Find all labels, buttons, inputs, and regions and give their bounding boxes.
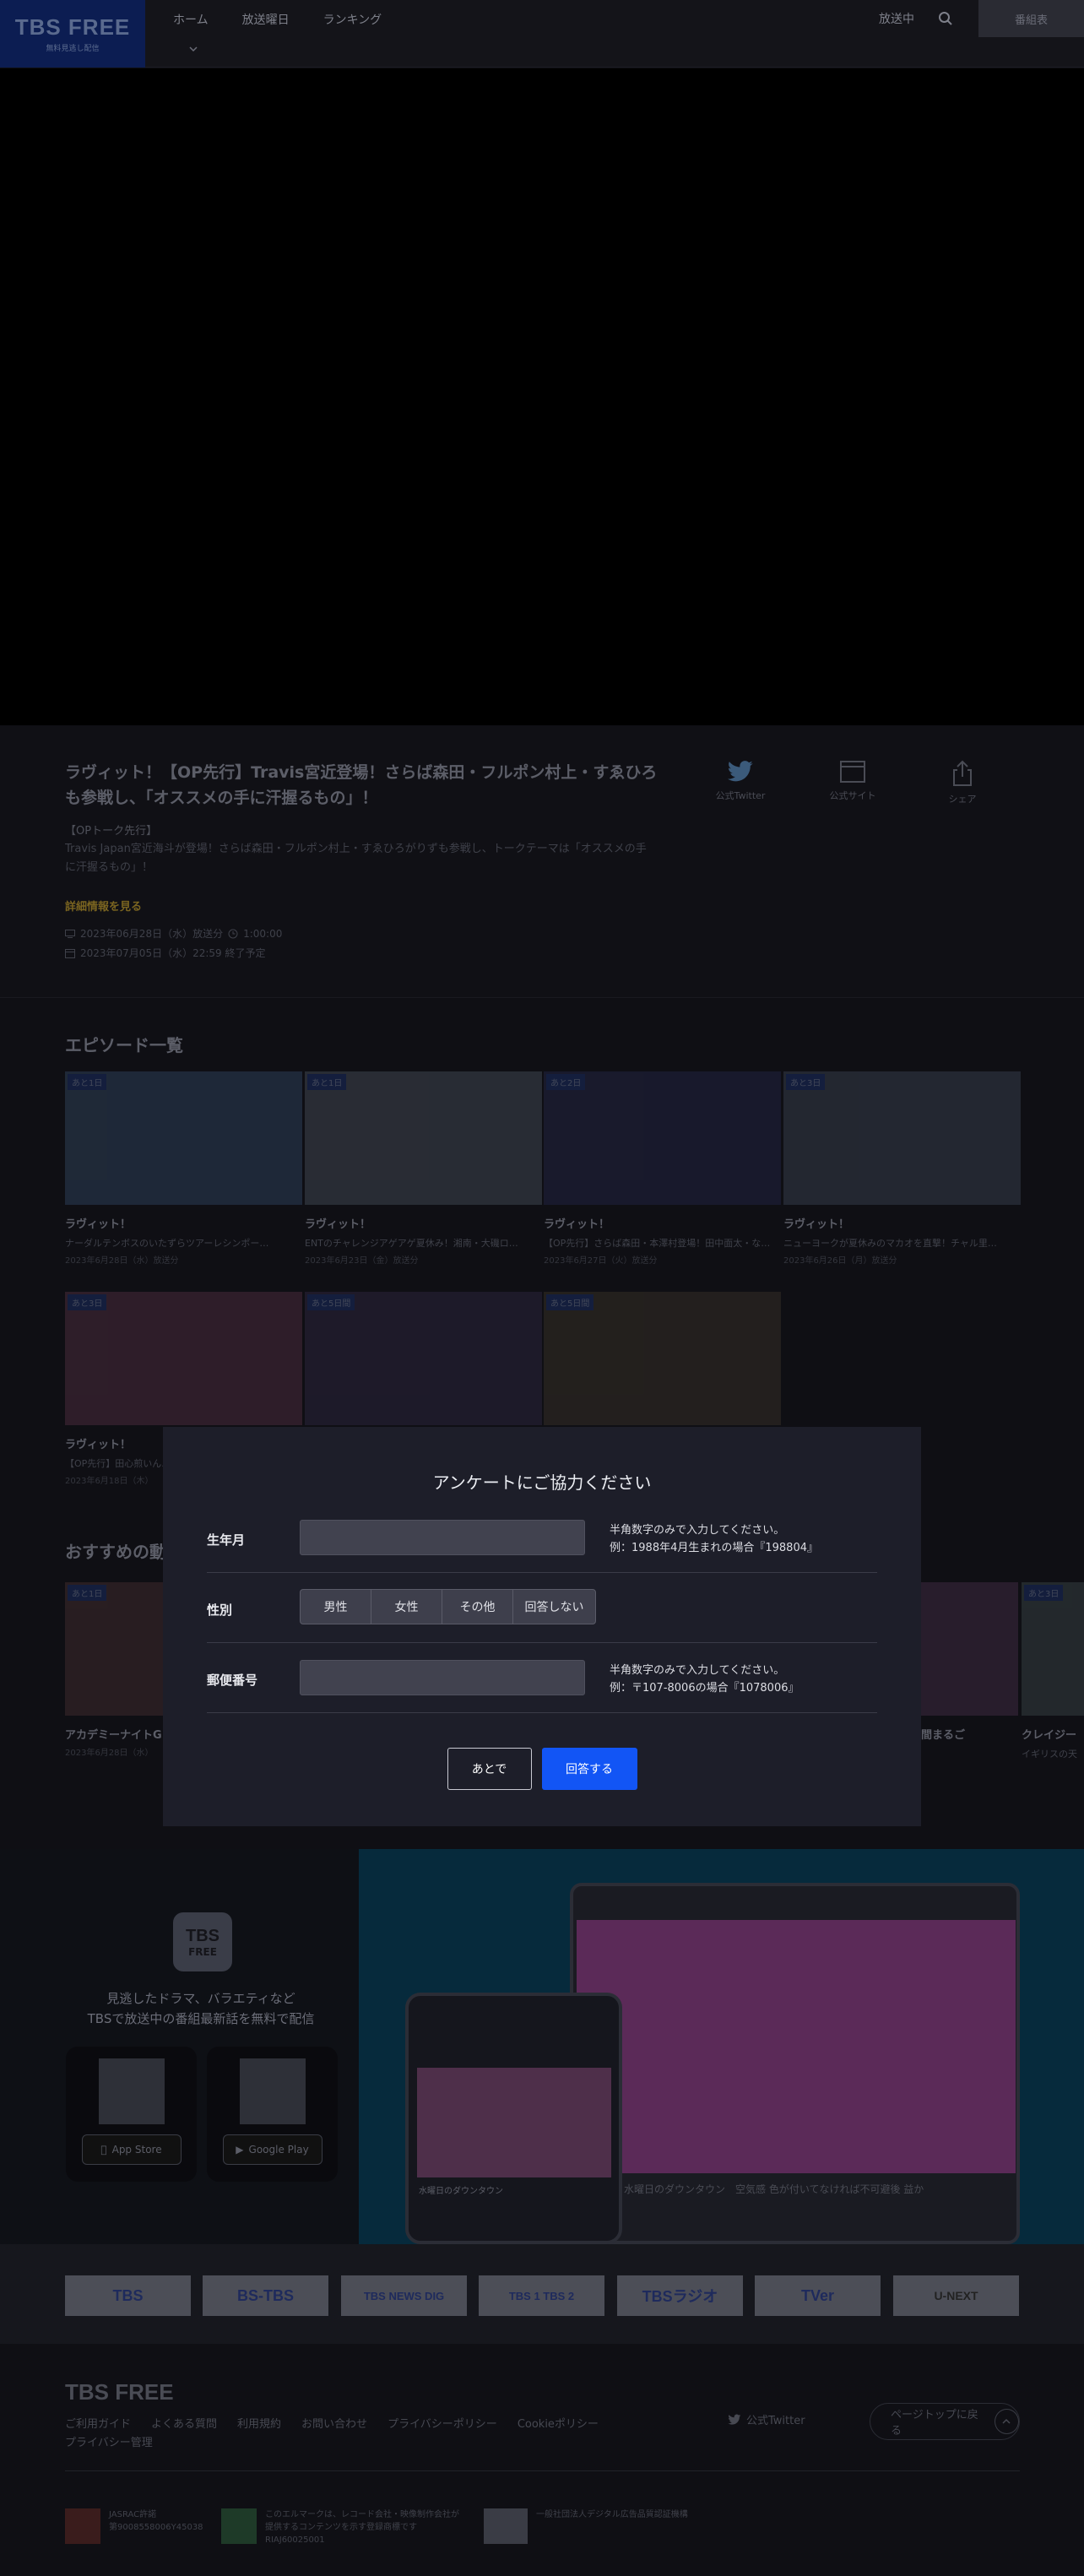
gender-option-no-answer[interactable]: 回答しない xyxy=(513,1590,595,1624)
birth-note: 半角数字のみで入力してください。 例：1988年4月生まれの場合『198804』 xyxy=(610,1521,818,1557)
birth-row: 生年月 半角数字のみで入力してください。 例：1988年4月生まれの場合『198… xyxy=(207,1503,877,1573)
postal-note-line2: 例：〒107-8006の場合『1078006』 xyxy=(610,1682,799,1695)
survey-title: アンケートにご協力ください xyxy=(432,1472,652,1493)
postal-input[interactable] xyxy=(300,1660,585,1695)
modal-overlay[interactable] xyxy=(0,0,1084,2576)
survey-buttons: あとで 回答する xyxy=(163,1748,921,1790)
gender-row: 性別 男性 女性 その他 回答しない xyxy=(207,1573,877,1643)
postal-label: 郵便番号 xyxy=(207,1673,258,1688)
answer-button[interactable]: 回答する xyxy=(541,1748,637,1790)
survey-modal: アンケートにご協力ください 生年月 半角数字のみで入力してください。 例：198… xyxy=(163,1427,921,1826)
gender-option-female[interactable]: 女性 xyxy=(371,1590,442,1624)
gender-option-other[interactable]: その他 xyxy=(442,1590,513,1624)
birth-label: 生年月 xyxy=(207,1532,246,1548)
postal-note-line1: 半角数字のみで入力してください。 xyxy=(610,1664,785,1677)
postal-row: 郵便番号 半角数字のみで入力してください。 例：〒107-8006の場合『107… xyxy=(207,1643,877,1713)
gender-option-male[interactable]: 男性 xyxy=(301,1590,371,1624)
gender-selector: 男性 女性 その他 回答しない xyxy=(300,1589,596,1624)
postal-note: 半角数字のみで入力してください。 例：〒107-8006の場合『1078006』 xyxy=(610,1662,799,1697)
birth-input[interactable] xyxy=(300,1520,585,1555)
birth-note-line1: 半角数字のみで入力してください。 xyxy=(610,1524,785,1537)
gender-label: 性別 xyxy=(207,1603,233,1618)
later-button[interactable]: あとで xyxy=(447,1748,532,1790)
birth-note-line2: 例：1988年4月生まれの場合『198804』 xyxy=(610,1542,818,1554)
